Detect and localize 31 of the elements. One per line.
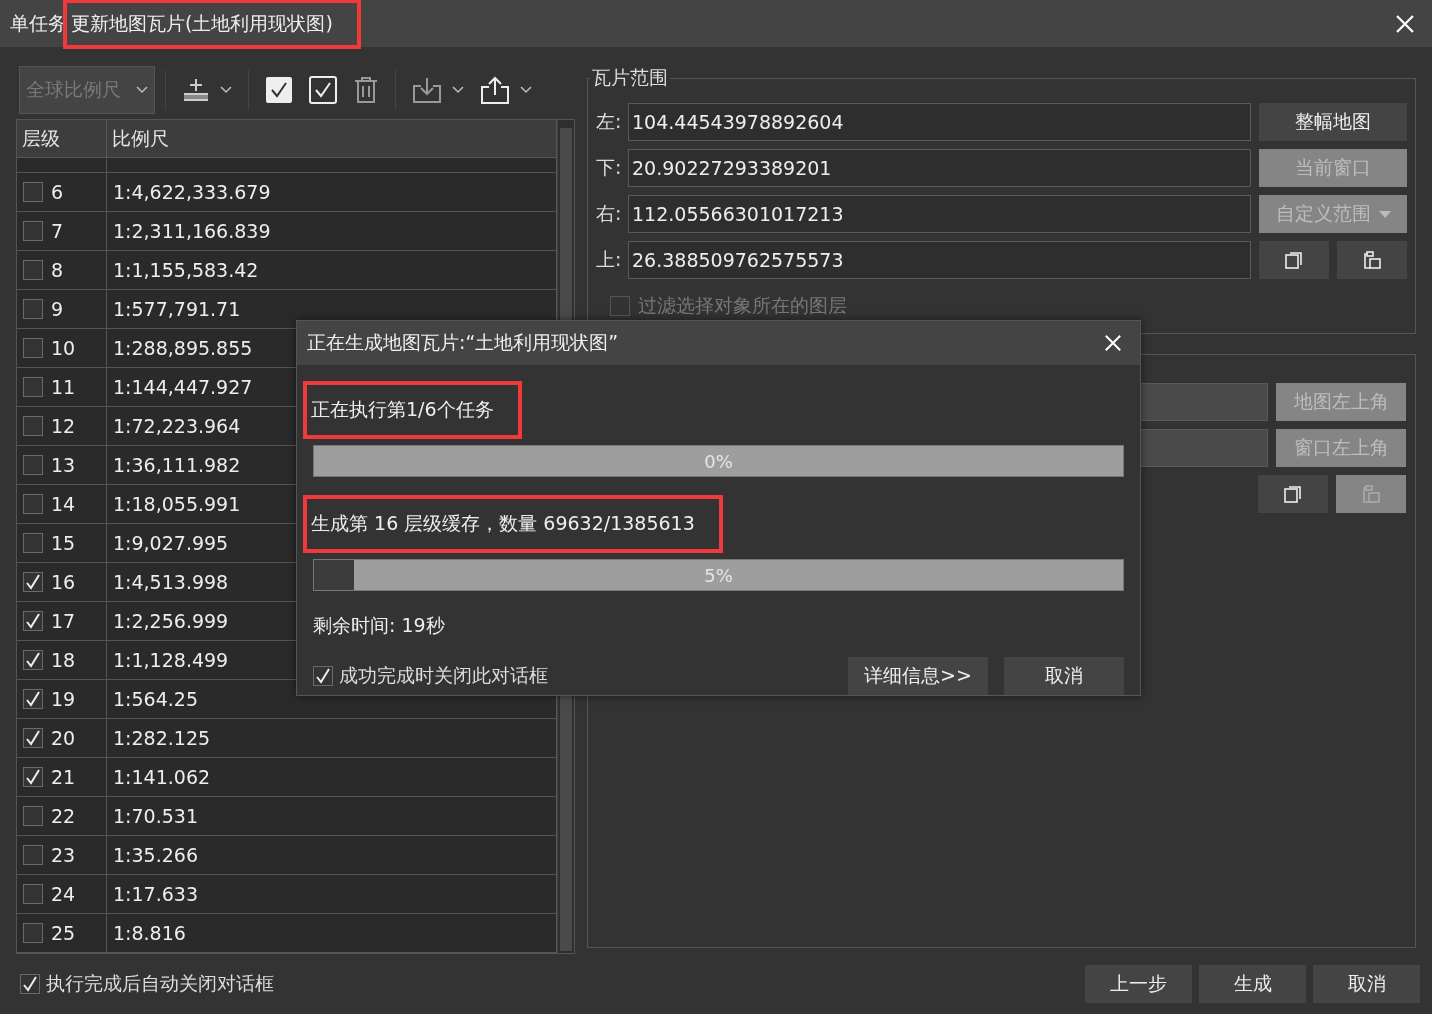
level-text: 7 (51, 220, 64, 242)
field-label: 上: (596, 247, 620, 272)
level-text: 17 (51, 610, 76, 632)
level-text: 24 (51, 883, 76, 905)
progress-reading: 0% (704, 450, 733, 472)
field-label: 左: (596, 109, 620, 134)
remaining-time-text: 剩余时间: 19秒 (313, 613, 445, 638)
level-text: 8 (51, 259, 64, 281)
level-text: 22 (51, 805, 76, 827)
level-text: 23 (51, 844, 76, 866)
level-text: 12 (51, 415, 76, 437)
level-text: 20 (51, 727, 76, 749)
level-text: 19 (51, 688, 76, 710)
checkbox-label: 执行完成后自动关闭对话框 (46, 971, 274, 996)
level-text: 9 (51, 298, 64, 320)
checkbox-label: 过滤选择对象所在的图层 (638, 293, 847, 318)
level-text: 11 (51, 376, 76, 398)
level-text: 18 (51, 649, 76, 671)
level-text: 13 (51, 454, 76, 476)
field-label: 下: (596, 155, 620, 180)
level-text: 10 (51, 337, 76, 359)
column-header: 层级 (17, 120, 107, 157)
group-legend: 瓦片范围 (590, 65, 670, 91)
level-text: 21 (51, 766, 76, 788)
field-label: 右: (596, 201, 620, 226)
level-text: 6 (51, 181, 64, 203)
progress-reading: 5% (704, 564, 733, 586)
level-text: 14 (51, 493, 76, 515)
level-text: 25 (51, 922, 76, 944)
level-text: 16 (51, 571, 76, 593)
level-text: 15 (51, 532, 76, 554)
